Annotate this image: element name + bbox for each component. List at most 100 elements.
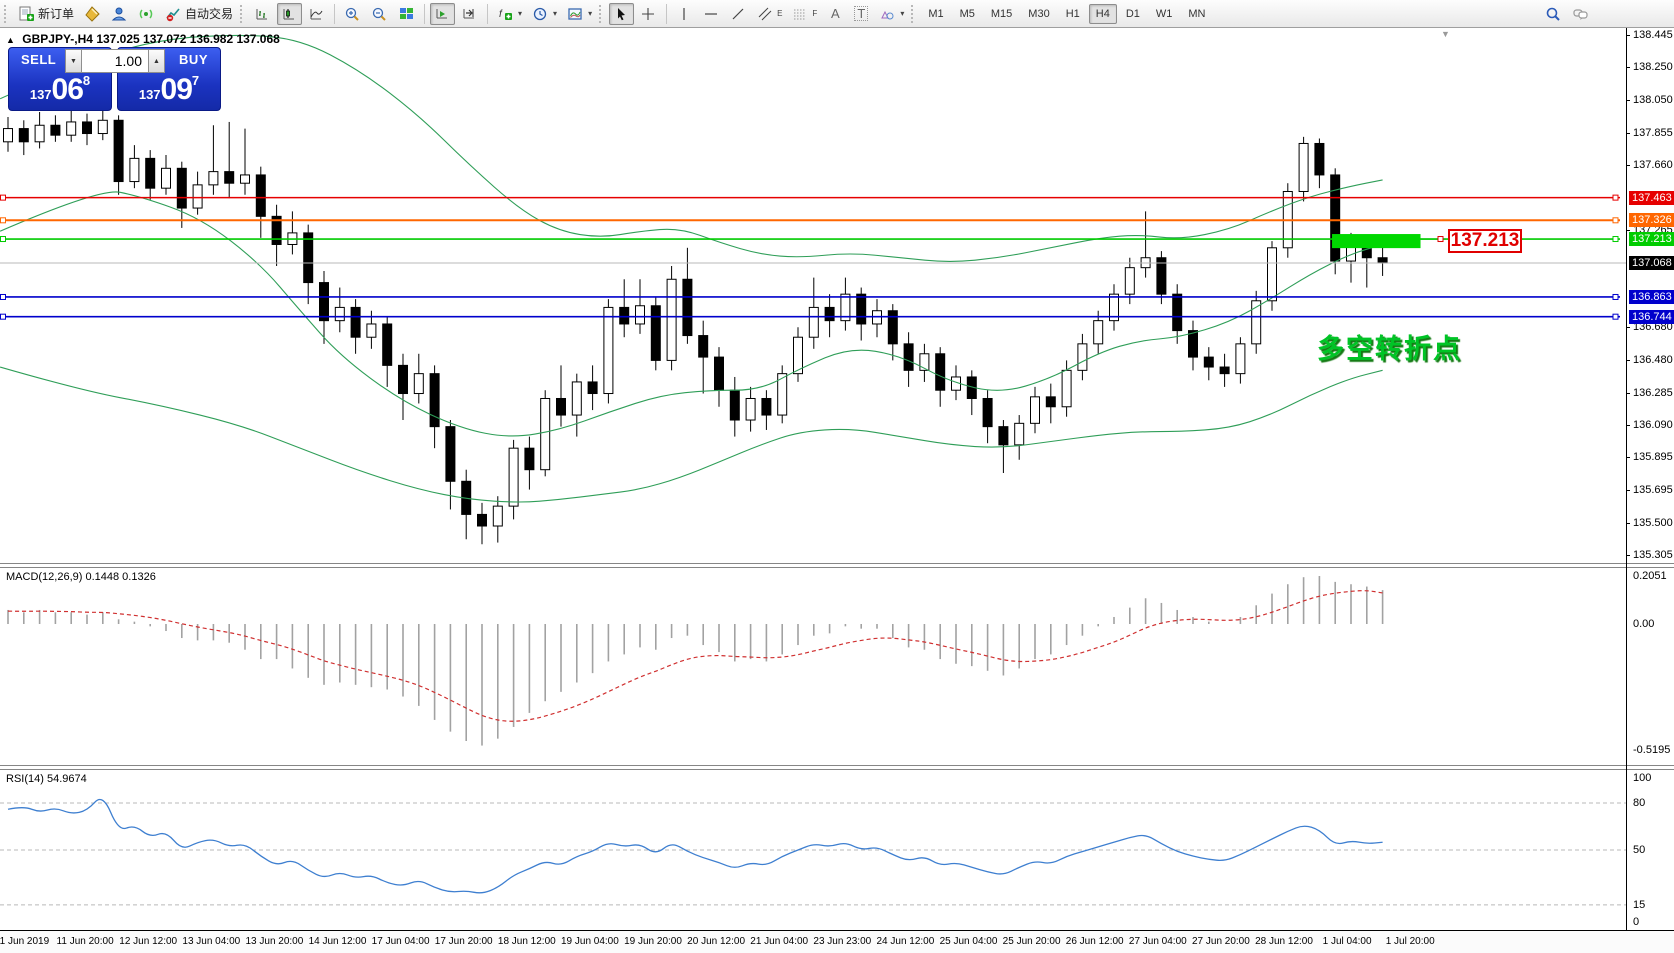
vertical-line-icon — [676, 6, 693, 22]
volume-input[interactable]: 1.00 — [82, 49, 148, 73]
timeframe-MN[interactable]: MN — [1181, 4, 1212, 24]
zoom-out-button[interactable] — [367, 3, 392, 25]
price-tick-mark — [1626, 457, 1630, 458]
auto-trading-label: 自动交易 — [185, 5, 233, 22]
timeframe-M5[interactable]: M5 — [953, 4, 982, 24]
trendline-tool-button[interactable] — [726, 3, 751, 25]
cursor-tool-button[interactable] — [609, 3, 634, 25]
new-order-button[interactable]: 新订单 — [14, 3, 78, 25]
search-button[interactable] — [1541, 3, 1566, 25]
rsi-label: RSI(14) 54.9674 — [6, 773, 87, 785]
volume-decrease-button[interactable]: ▼ — [65, 49, 82, 73]
signal-button[interactable] — [134, 3, 159, 25]
toolbar-grip — [240, 5, 245, 23]
channel-tool-button[interactable]: E — [753, 3, 786, 25]
profile-icon — [111, 6, 128, 22]
candle-chart-mode-button[interactable] — [277, 3, 302, 25]
channel-sub-label: E — [777, 9, 782, 18]
tile-windows-button[interactable] — [394, 3, 419, 25]
price-tick-mark — [1626, 165, 1630, 166]
timeframe-M15[interactable]: M15 — [984, 4, 1019, 24]
timeframe-H4[interactable]: H4 — [1089, 4, 1117, 24]
panel-splitter[interactable] — [0, 765, 1674, 770]
chart-shift-button[interactable] — [457, 3, 482, 25]
new-order-label: 新订单 — [38, 5, 74, 22]
main-toolbar: 新订单 自动交易 — [0, 0, 1674, 28]
rsi-axis-label: 100 — [1633, 772, 1651, 784]
time-axis[interactable]: 11 Jun 201911 Jun 20:0012 Jun 12:0013 Ju… — [0, 930, 1674, 953]
chart-symbol-period: GBPJPY-,H4 — [22, 32, 93, 46]
volume-control: ▼ 1.00 ▲ — [65, 49, 165, 73]
timeframe-W1[interactable]: W1 — [1149, 4, 1180, 24]
profile-button[interactable] — [107, 3, 132, 25]
line-chart-icon — [308, 6, 325, 22]
timeframe-M1[interactable]: M1 — [921, 4, 950, 24]
bar-chart-mode-button[interactable] — [250, 3, 275, 25]
time-axis-label: 1 Jul 20:00 — [1386, 936, 1435, 947]
sell-price: 137068 — [9, 73, 111, 107]
highlight-rectangle[interactable] — [1332, 234, 1420, 248]
time-axis-label: 23 Jun 23:00 — [813, 936, 871, 947]
time-axis-label: 18 Jun 12:00 — [498, 936, 556, 947]
time-axis-label: 24 Jun 12:00 — [876, 936, 934, 947]
zoom-in-button[interactable] — [340, 3, 365, 25]
rsi-line — [8, 799, 1383, 892]
price-badge: 137.463 — [1629, 191, 1674, 205]
price-tick-mark — [1626, 393, 1630, 394]
macd-axis-max: 0.2051 — [1633, 570, 1667, 582]
chevron-down-icon: ▾ — [900, 9, 904, 18]
volume-increase-button[interactable]: ▲ — [148, 49, 165, 73]
clock-icon — [532, 6, 549, 22]
line-chart-mode-button[interactable] — [304, 3, 329, 25]
time-axis-label: 25 Jun 04:00 — [940, 936, 998, 947]
zoom-in-icon — [344, 6, 361, 22]
price-tick-mark — [1626, 555, 1630, 556]
horizontal-line-tool-button[interactable] — [699, 3, 724, 25]
cursor-icon — [613, 6, 630, 22]
timeframe-M30[interactable]: M30 — [1021, 4, 1056, 24]
fibonacci-tool-button[interactable]: F — [788, 3, 821, 25]
time-axis-label: 11 Jun 20:00 — [57, 936, 114, 947]
timeframe-H1[interactable]: H1 — [1059, 4, 1087, 24]
rsi-name: RSI(14) — [6, 773, 44, 785]
price-tick-label: 138.445 — [1633, 29, 1673, 41]
price-tick-mark — [1626, 523, 1630, 524]
shapes-tool-button[interactable]: ▾ — [875, 3, 908, 25]
toolbar-separator — [424, 4, 425, 24]
auto-scroll-button[interactable] — [430, 3, 455, 25]
sell-price-prefix: 137 — [30, 87, 52, 102]
crosshair-tool-button[interactable] — [636, 3, 661, 25]
horizontal-lines-layer[interactable] — [0, 195, 1620, 319]
panel-splitter[interactable] — [0, 563, 1674, 568]
sell-price-big: 06 — [52, 73, 83, 106]
toolbar-separator — [334, 4, 335, 24]
bull-bear-turning-point-annotation[interactable]: 多空转折点 — [1317, 327, 1462, 366]
periods-button[interactable]: ▾ — [528, 3, 561, 25]
rsi-value: 54.9674 — [47, 773, 87, 785]
market-watch-button[interactable] — [80, 3, 105, 25]
time-axis-label: 14 Jun 12:00 — [309, 936, 367, 947]
label-tool-button[interactable]: T — [849, 3, 873, 25]
timeframe-D1[interactable]: D1 — [1119, 4, 1147, 24]
time-axis-label: 1 Jul 04:00 — [1323, 936, 1372, 947]
text-tool-button[interactable]: A — [823, 3, 847, 25]
indicators-button[interactable]: f ▾ — [493, 3, 526, 25]
time-axis-label: 11 Jun 2019 — [0, 936, 49, 947]
chat-button[interactable] — [1568, 3, 1593, 25]
rsi-axis-label: 0 — [1633, 916, 1639, 928]
chat-icon — [1572, 6, 1589, 22]
main-chart-canvas[interactable] — [0, 28, 1626, 563]
buy-price-big: 09 — [161, 73, 192, 106]
fibonacci-icon — [792, 6, 809, 22]
vertical-line-tool-button[interactable] — [672, 3, 697, 25]
price-callout-137213[interactable]: 137.213 — [1448, 229, 1522, 253]
rsi-axis-label: 15 — [1633, 899, 1645, 911]
macd-panel-canvas[interactable] — [0, 568, 1626, 765]
chevron-down-icon: ▾ — [518, 9, 522, 18]
rsi-panel-canvas[interactable] — [0, 770, 1626, 930]
price-tick-mark — [1626, 490, 1630, 491]
templates-button[interactable]: ▾ — [563, 3, 596, 25]
price-tick-label: 138.050 — [1633, 94, 1673, 106]
price-badge: 136.744 — [1629, 310, 1674, 324]
auto-trading-button[interactable]: 自动交易 — [161, 3, 237, 25]
